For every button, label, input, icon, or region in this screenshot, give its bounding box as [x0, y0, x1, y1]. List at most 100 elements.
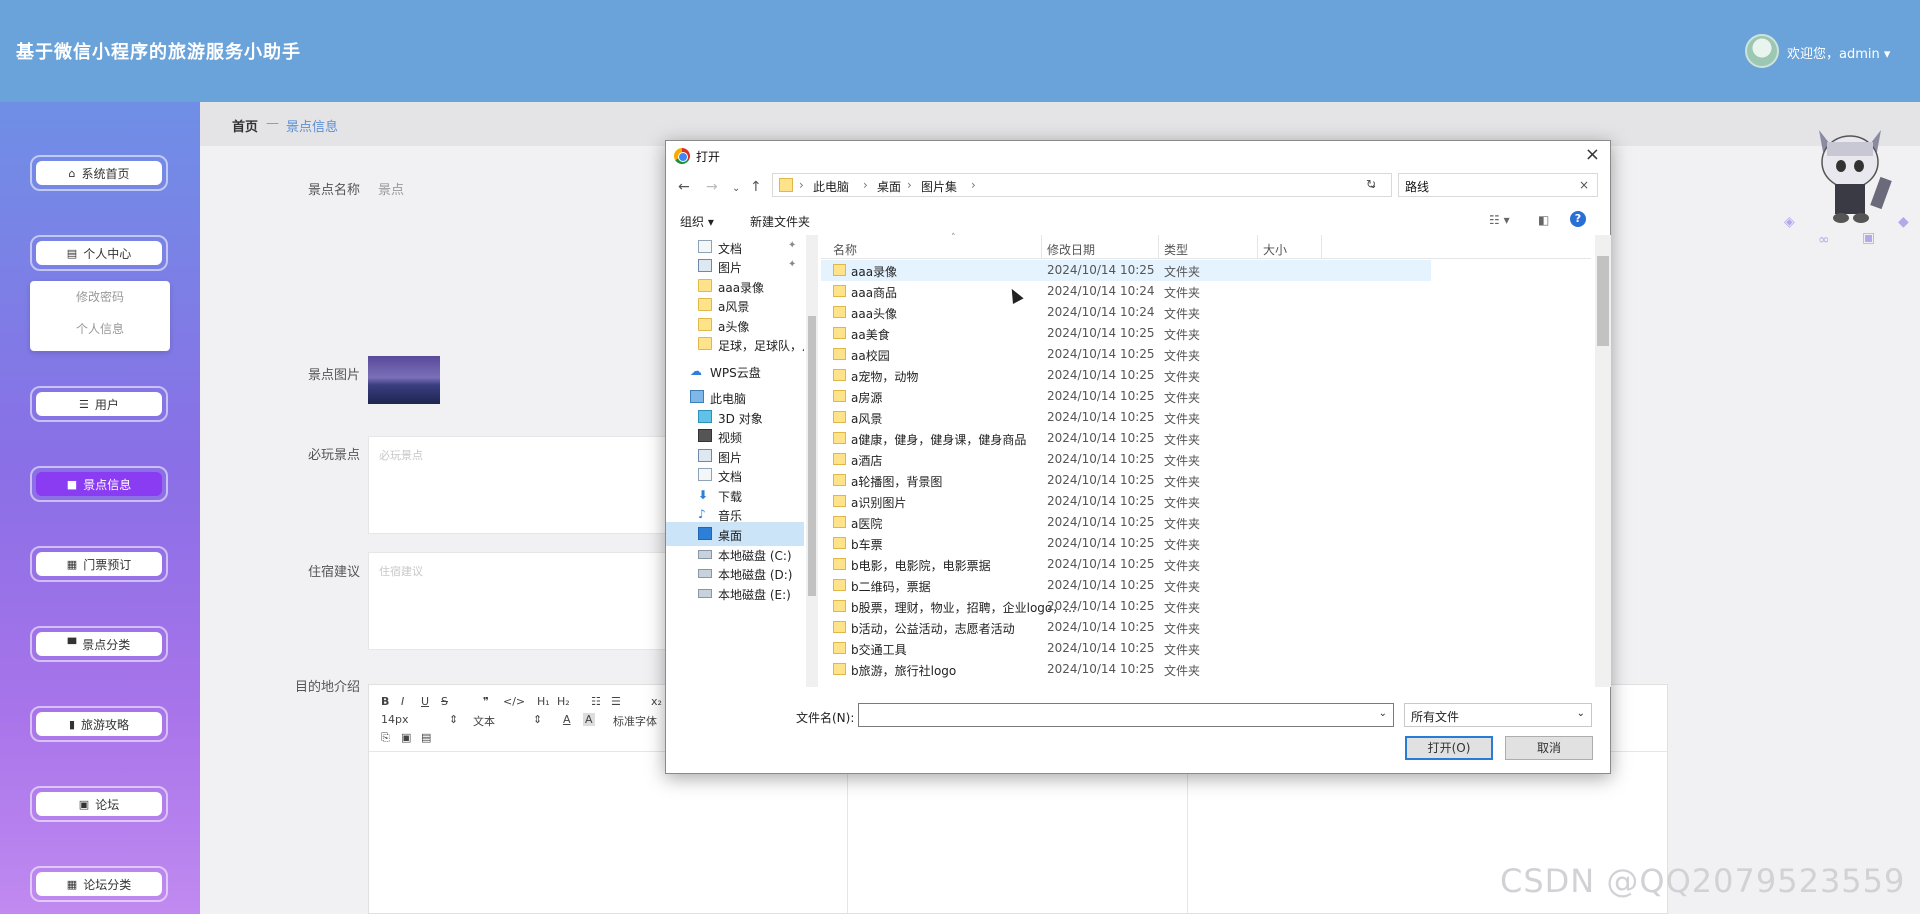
column-name[interactable]: 名称 [833, 241, 857, 258]
path-desktop[interactable]: 桌面 [877, 178, 901, 195]
file-row[interactable]: b电影，电影院，电影票据 2024/10/14 10:25 文件夹 [821, 554, 1431, 575]
back-arrow-icon[interactable]: ← [678, 179, 690, 195]
file-row[interactable]: aa美食 2024/10/14 10:25 文件夹 [821, 323, 1431, 344]
column-divider[interactable] [1158, 235, 1159, 259]
recent-locations-icon[interactable]: ⌄ [732, 183, 740, 194]
column-type[interactable]: 类型 [1164, 241, 1188, 258]
attraction-image[interactable] [368, 356, 440, 404]
column-divider[interactable] [1041, 235, 1042, 259]
up-arrow-icon[interactable]: ↑ [750, 179, 762, 195]
sidebar-item-home[interactable]: ⌂ 系统首页 [30, 155, 168, 191]
quote-button[interactable]: ❞ [483, 695, 489, 708]
organize-button[interactable]: 组织 ▾ [680, 213, 714, 230]
filename-input[interactable]: ⌄ [858, 703, 1394, 727]
sidebar-item-attractions[interactable]: ■ 景点信息 [30, 466, 168, 502]
file-row[interactable]: a宠物，动物 2024/10/14 10:25 文件夹 [821, 365, 1431, 386]
forward-arrow-icon[interactable]: → [706, 179, 718, 195]
sidebar-item-label: 景点信息 [83, 477, 132, 492]
file-name: aaa头像 [851, 307, 898, 321]
submenu-personal-info[interactable]: 个人信息 [30, 313, 170, 345]
sidebar-item-forum-categories[interactable]: ▦ 论坛分类 [30, 866, 168, 902]
h2-button[interactable]: H₂ [557, 695, 570, 708]
link-icon[interactable]: ⎘ [381, 731, 390, 745]
code-button[interactable]: </> [503, 695, 525, 708]
file-row[interactable]: a健康，健身，健身课，健身商品 2024/10/14 10:25 文件夹 [821, 428, 1431, 449]
file-type: 文件夹 [1164, 559, 1201, 573]
column-size[interactable]: 大小 [1263, 241, 1287, 258]
editor-column-divider [847, 751, 848, 913]
file-type: 文件夹 [1164, 433, 1201, 447]
breadcrumb-home[interactable]: 首页 [232, 116, 258, 135]
file-date: 2024/10/14 10:25 [1047, 599, 1155, 613]
sidebar-item-profile[interactable]: ▤ 个人中心 [30, 235, 168, 271]
file-row[interactable]: b股票，理财，物业，招聘，企业logo，... 2024/10/14 10:25 文… [821, 596, 1431, 617]
ordered-list-button[interactable]: ☷ [591, 695, 601, 708]
file-row[interactable]: a酒店 2024/10/14 10:25 文件夹 [821, 449, 1431, 470]
help-icon[interactable]: ? [1570, 211, 1586, 227]
view-options-icon[interactable]: ☷ ▾ [1489, 213, 1510, 227]
must-see-textarea[interactable]: 必玩景点 [368, 436, 668, 534]
nav-item-wps-cloud[interactable]: ☁ WPS云盘 [666, 359, 804, 383]
file-row[interactable]: aa校园 2024/10/14 10:25 文件夹 [821, 344, 1431, 365]
column-date[interactable]: 修改日期 [1047, 241, 1095, 258]
file-row[interactable]: aaa录像 2024/10/14 10:25 文件夹 [821, 260, 1431, 281]
file-row[interactable]: b车票 2024/10/14 10:25 文件夹 [821, 533, 1431, 554]
font-color-icon[interactable]: A [563, 713, 571, 726]
sidebar-item-guides[interactable]: ▮ 旅游攻略 [30, 706, 168, 742]
preview-pane-icon[interactable]: ◧ [1538, 213, 1549, 227]
sidebar-item-categories[interactable]: ▀ 景点分类 [30, 626, 168, 662]
folder-icon [833, 621, 846, 633]
file-date: 2024/10/14 10:25 [1047, 368, 1155, 382]
refresh-icon[interactable]: ↻ [1366, 177, 1376, 191]
file-row[interactable]: b旅游，旅行社logo 2024/10/14 10:25 文件夹 [821, 659, 1431, 680]
file-row[interactable]: b活动，公益活动，志愿者活动 2024/10/14 10:25 文件夹 [821, 617, 1431, 638]
file-row[interactable]: b交通工具 2024/10/14 10:25 文件夹 [821, 638, 1431, 659]
user-avatar[interactable] [1745, 34, 1779, 68]
file-row[interactable]: a房源 2024/10/14 10:25 文件夹 [821, 386, 1431, 407]
filetype-select[interactable]: 所有文件 ⌄ [1404, 703, 1592, 727]
file-row[interactable]: a医院 2024/10/14 10:25 文件夹 [821, 512, 1431, 533]
new-folder-button[interactable]: 新建文件夹 [750, 213, 810, 230]
file-row[interactable]: a风景 2024/10/14 10:25 文件夹 [821, 407, 1431, 428]
column-divider[interactable] [1257, 235, 1258, 259]
stay-textarea[interactable]: 住宿建议 [368, 552, 668, 650]
subscript-button[interactable]: x₂ [651, 695, 662, 708]
nav-item-folder[interactable]: 足球，足球队，足 [666, 332, 804, 356]
sidebar-item-tickets[interactable]: ▦ 门票预订 [30, 546, 168, 582]
cancel-button[interactable]: 取消 [1505, 736, 1593, 760]
bold-button[interactable]: B [381, 695, 389, 708]
file-row[interactable]: a识别图片 2024/10/14 10:25 文件夹 [821, 491, 1431, 512]
file-row[interactable]: aaa头像 2024/10/14 10:24 文件夹 [821, 302, 1431, 323]
file-list-scrollbar-thumb[interactable] [1597, 256, 1609, 346]
video-icon[interactable]: ▤ [421, 731, 431, 744]
text-style-select[interactable]: 文本 [473, 713, 495, 729]
strike-button[interactable]: S [441, 695, 448, 708]
user-menu[interactable]: 欢迎您，admin ▾ [1787, 43, 1890, 62]
open-button[interactable]: 打开(O) [1405, 736, 1493, 760]
underline-button[interactable]: U [421, 695, 429, 708]
close-icon[interactable]: × [1585, 144, 1600, 165]
column-divider[interactable] [1321, 235, 1322, 259]
path-pictures[interactable]: 图片集 [921, 178, 957, 195]
file-row[interactable]: a轮播图，背景图 2024/10/14 10:25 文件夹 [821, 470, 1431, 491]
sidebar-item-forum[interactable]: ▣ 论坛 [30, 786, 168, 822]
file-row[interactable]: b二维码，票据 2024/10/14 10:25 文件夹 [821, 575, 1431, 596]
image-icon[interactable]: ▣ [401, 731, 411, 744]
nav-pane-scrollbar-thumb[interactable] [808, 316, 816, 596]
font-size-select[interactable]: 14px [381, 713, 409, 726]
bullet-list-button[interactable]: ☰ [611, 695, 621, 708]
path-this-pc[interactable]: 此电脑 [813, 178, 849, 195]
search-input[interactable]: 路线 × [1398, 173, 1598, 197]
h1-button[interactable]: H₁ [537, 695, 550, 708]
background-color-icon[interactable]: A [583, 713, 595, 726]
file-row[interactable]: aaa商品 2024/10/14 10:24 文件夹 [821, 281, 1431, 302]
clear-search-icon[interactable]: × [1579, 178, 1589, 192]
address-bar[interactable]: › 此电脑 › 桌面 › 图片集 › ⌄ [772, 173, 1392, 197]
sidebar-item-users[interactable]: ☰ 用户 [30, 386, 168, 422]
italic-button[interactable]: I [401, 695, 404, 708]
font-family-select[interactable]: 标准字体 [613, 713, 657, 729]
submenu-change-password[interactable]: 修改密码 [30, 281, 170, 313]
nav-item-drive-e[interactable]: 本地磁盘 (E:) [666, 581, 804, 605]
picture-icon [698, 259, 712, 272]
chevron-down-icon[interactable]: ⌄ [1379, 708, 1387, 719]
